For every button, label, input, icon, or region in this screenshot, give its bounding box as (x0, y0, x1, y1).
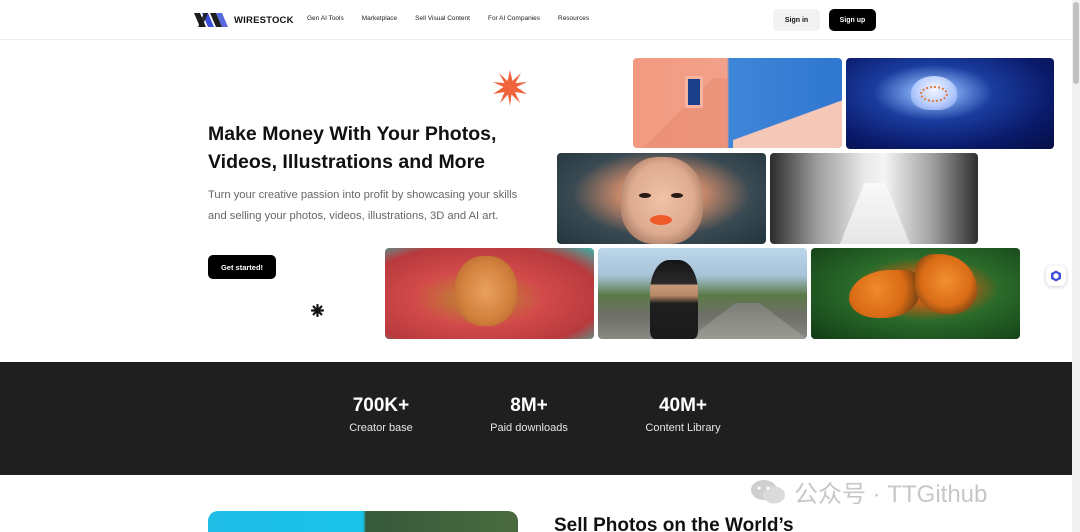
stat-value: 40M+ (658, 395, 708, 416)
photo-jellyfish[interactable] (846, 58, 1054, 149)
nav-link-for-ai-companies[interactable]: For AI Companies (488, 15, 540, 22)
photo-pink-architecture[interactable] (633, 58, 842, 148)
photo-butterfly[interactable] (811, 248, 1020, 339)
portrait-eye-right (671, 193, 683, 198)
cube-icon (1051, 270, 1061, 282)
portrait-lips (650, 215, 672, 225)
watermark-text: 公众号 · TTGithub (794, 481, 988, 508)
cyclist-rider (650, 260, 698, 339)
lockers-floor (840, 183, 910, 244)
photo-lockers-corridor[interactable] (770, 153, 978, 244)
browser-extension-button[interactable] (1046, 266, 1066, 286)
get-started-button[interactable]: Get started! (208, 255, 276, 279)
stat-label: Paid downloads (490, 422, 568, 434)
sign-in-button[interactable]: Sign in (773, 9, 820, 31)
photo-cyclist[interactable] (598, 248, 807, 339)
hero-title-line-1: Make Money With Your Photos, (208, 123, 497, 145)
watermark: 公众号 · TTGithub (750, 474, 987, 509)
brand-name: WIRESTOCK (234, 14, 294, 26)
page-scrollbar[interactable] (1072, 0, 1080, 532)
portrait-face (621, 157, 703, 244)
arch-window (685, 76, 703, 108)
nav-link-marketplace[interactable]: Marketplace (362, 15, 397, 22)
stat-value: 700K+ (352, 395, 410, 416)
wirestock-logo[interactable]: WIRESTOCK (194, 11, 294, 29)
nav-link-gen-ai-tools[interactable]: Gen AI Tools (307, 15, 344, 22)
nav-link-resources[interactable]: Resources (558, 15, 589, 22)
wirestock-logo-icon (194, 13, 228, 27)
starburst-icon (493, 70, 527, 106)
stats-band: 700K+ Creator base 8M+ Paid downloads 40… (0, 362, 1072, 475)
stat-creator-base: 700K+ Creator base (340, 395, 422, 434)
arch-steps (733, 100, 842, 148)
stat-label: Content Library (645, 422, 721, 434)
cyclist-road (688, 303, 807, 339)
jellyfish-ring (920, 86, 948, 102)
asterisk-icon (311, 304, 324, 317)
scrollbar-thumb[interactable] (1073, 2, 1079, 84)
wechat-icon (751, 479, 785, 503)
top-navbar: WIRESTOCK Gen AI Tools Marketplace Sell … (0, 0, 1072, 40)
nav-links: Gen AI Tools Marketplace Sell Visual Con… (307, 15, 607, 22)
hero-title-line-2: Videos, Illustrations and More (208, 151, 486, 173)
stat-value: 8M+ (510, 395, 548, 416)
photo-cat-on-sofa[interactable] (385, 248, 594, 339)
teaser-title: Sell Photos on the World’s (554, 515, 794, 532)
stat-label: Creator base (349, 422, 413, 434)
butterfly-wing-right (915, 254, 977, 314)
hero-subtitle: Turn your creative passion into profit b… (208, 189, 518, 222)
arch-stairs (633, 78, 728, 148)
hero-title: Make Money With Your Photos, Videos, Ill… (208, 120, 548, 176)
teaser-image (208, 511, 518, 532)
stat-paid-downloads: 8M+ Paid downloads (482, 395, 576, 434)
nav-link-sell-visual-content[interactable]: Sell Visual Content (415, 15, 470, 22)
portrait-eye-left (639, 193, 651, 198)
stat-content-library: 40M+ Content Library (636, 395, 730, 434)
sign-up-button[interactable]: Sign up (829, 9, 876, 31)
cat-head (455, 256, 517, 326)
photo-portrait[interactable] (557, 153, 766, 244)
butterfly-wing-left (849, 270, 919, 318)
